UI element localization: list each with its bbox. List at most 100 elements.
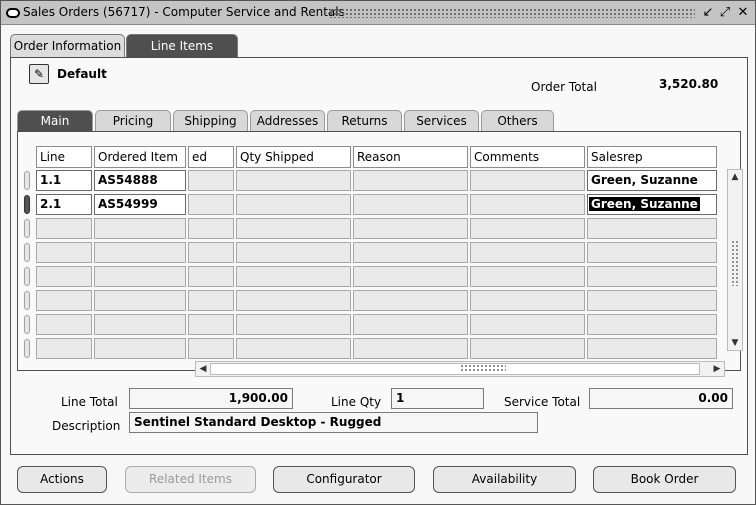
cell-line[interactable]: 2.1 — [36, 194, 92, 215]
cell-qty-shipped[interactable] — [236, 290, 351, 311]
cell-comments[interactable] — [470, 266, 585, 287]
cell-line[interactable] — [36, 242, 92, 263]
cell-salesrep[interactable]: Green, Suzanne — [587, 170, 717, 191]
cell-reason[interactable] — [353, 218, 468, 239]
scroll-down-icon[interactable]: ▼ — [729, 337, 741, 349]
cell-qty-shipped[interactable] — [236, 170, 351, 191]
cell-ordered-item[interactable]: AS54999 — [94, 194, 186, 215]
tab-order-information[interactable]: Order Information — [10, 34, 125, 58]
cell-comments[interactable] — [470, 290, 585, 311]
row-indicator-1[interactable] — [24, 171, 30, 190]
scroll-grip[interactable] — [460, 364, 506, 372]
column-header-reason[interactable]: Reason — [353, 146, 468, 168]
cell-qty-shipped[interactable] — [236, 338, 351, 359]
actions-button[interactable]: Actions — [17, 466, 107, 493]
tab-main[interactable]: Main — [17, 110, 93, 132]
cell-qty-shipped[interactable] — [236, 314, 351, 335]
description-field[interactable]: Sentinel Standard Desktop - Rugged — [129, 412, 538, 433]
horizontal-scroll-thumb[interactable] — [210, 363, 700, 375]
tab-pricing[interactable]: Pricing — [95, 110, 171, 132]
row-indicator-3[interactable] — [24, 219, 30, 238]
tab-others[interactable]: Others — [481, 110, 554, 132]
cell-reason[interactable] — [353, 314, 468, 335]
line-total-field[interactable]: 1,900.00 — [129, 388, 293, 409]
cell-ordered-qty[interactable] — [188, 170, 234, 191]
cell-comments[interactable] — [470, 170, 585, 191]
cell-comments[interactable] — [470, 242, 585, 263]
cell-ordered-item[interactable] — [94, 242, 186, 263]
scroll-up-icon[interactable]: ▲ — [729, 171, 741, 183]
column-header-comments[interactable]: Comments — [470, 146, 585, 168]
cell-ordered-qty[interactable] — [188, 266, 234, 287]
minimize-icon[interactable]: ↙ — [700, 4, 716, 22]
row-indicator-5[interactable] — [24, 267, 30, 286]
availability-button[interactable]: Availability — [433, 466, 576, 493]
horizontal-scrollbar[interactable]: ◀ ▶ — [195, 361, 725, 377]
cell-reason[interactable] — [353, 170, 468, 191]
maximize-icon[interactable]: ⤢ — [717, 4, 733, 22]
column-header-qty-shipped[interactable]: Qty Shipped — [236, 146, 351, 168]
cell-reason[interactable] — [353, 338, 468, 359]
cell-comments[interactable] — [470, 338, 585, 359]
row-indicator-7[interactable] — [24, 315, 30, 334]
cell-ordered-qty[interactable] — [188, 218, 234, 239]
cell-reason[interactable] — [353, 194, 468, 215]
cell-ordered-qty[interactable] — [188, 242, 234, 263]
cell-reason[interactable] — [353, 290, 468, 311]
cell-salesrep[interactable] — [587, 218, 717, 239]
tab-services[interactable]: Services — [404, 110, 479, 132]
cell-comments[interactable] — [470, 218, 585, 239]
cell-qty-shipped[interactable] — [236, 242, 351, 263]
title-bar[interactable]: Sales Orders (56717) - Computer Service … — [1, 1, 755, 25]
tab-line-items[interactable]: Line Items — [126, 34, 238, 59]
row-indicator-8[interactable] — [24, 339, 30, 358]
cell-salesrep[interactable] — [587, 338, 717, 359]
row-indicator-2[interactable] — [24, 195, 30, 214]
service-total-field[interactable]: 0.00 — [589, 388, 733, 409]
scroll-grip[interactable] — [731, 240, 739, 286]
cell-ordered-item[interactable] — [94, 290, 186, 311]
scroll-left-icon[interactable]: ◀ — [197, 363, 209, 375]
cell-ordered-item[interactable] — [94, 218, 186, 239]
tab-addresses[interactable]: Addresses — [250, 110, 325, 132]
cell-salesrep[interactable] — [587, 314, 717, 335]
cell-ordered-qty[interactable] — [188, 314, 234, 335]
row-indicator-4[interactable] — [24, 243, 30, 262]
cell-line[interactable]: 1.1 — [36, 170, 92, 191]
scroll-right-icon[interactable]: ▶ — [711, 363, 723, 375]
cell-qty-shipped[interactable] — [236, 218, 351, 239]
line-qty-field[interactable]: 1 — [391, 388, 484, 409]
cell-ordered-qty[interactable] — [188, 290, 234, 311]
tab-returns[interactable]: Returns — [327, 110, 402, 132]
cell-salesrep[interactable] — [587, 266, 717, 287]
window-menu-icon[interactable] — [6, 8, 20, 18]
cell-ordered-item[interactable] — [94, 314, 186, 335]
cell-ordered-item[interactable] — [94, 338, 186, 359]
cell-comments[interactable] — [470, 314, 585, 335]
cell-comments[interactable] — [470, 194, 585, 215]
related-items-button[interactable]: Related Items — [125, 466, 256, 493]
cell-reason[interactable] — [353, 242, 468, 263]
vertical-scrollbar[interactable]: ▲ ▼ — [727, 169, 743, 351]
cell-line[interactable] — [36, 338, 92, 359]
column-header-ordered-qty[interactable]: ed — [188, 146, 234, 168]
cell-salesrep[interactable] — [587, 290, 717, 311]
cell-line[interactable] — [36, 314, 92, 335]
cell-ordered-item[interactable]: AS54888 — [94, 170, 186, 191]
configurator-button[interactable]: Configurator — [273, 466, 415, 493]
cell-line[interactable] — [36, 266, 92, 287]
book-order-button[interactable]: Book Order — [593, 466, 736, 493]
cell-salesrep-focused[interactable]: Green, Suzanne — [587, 194, 717, 215]
row-indicator-6[interactable] — [24, 291, 30, 310]
cell-ordered-item[interactable] — [94, 266, 186, 287]
folder-icon[interactable]: ✎ — [29, 64, 49, 84]
column-header-salesrep[interactable]: Salesrep — [587, 146, 717, 168]
cell-salesrep[interactable] — [587, 242, 717, 263]
column-header-ordered-item[interactable]: Ordered Item — [94, 146, 186, 168]
cell-line[interactable] — [36, 290, 92, 311]
cell-line[interactable] — [36, 218, 92, 239]
column-header-line[interactable]: Line — [36, 146, 92, 168]
cell-reason[interactable] — [353, 266, 468, 287]
cell-ordered-qty[interactable] — [188, 194, 234, 215]
tab-shipping[interactable]: Shipping — [173, 110, 248, 132]
